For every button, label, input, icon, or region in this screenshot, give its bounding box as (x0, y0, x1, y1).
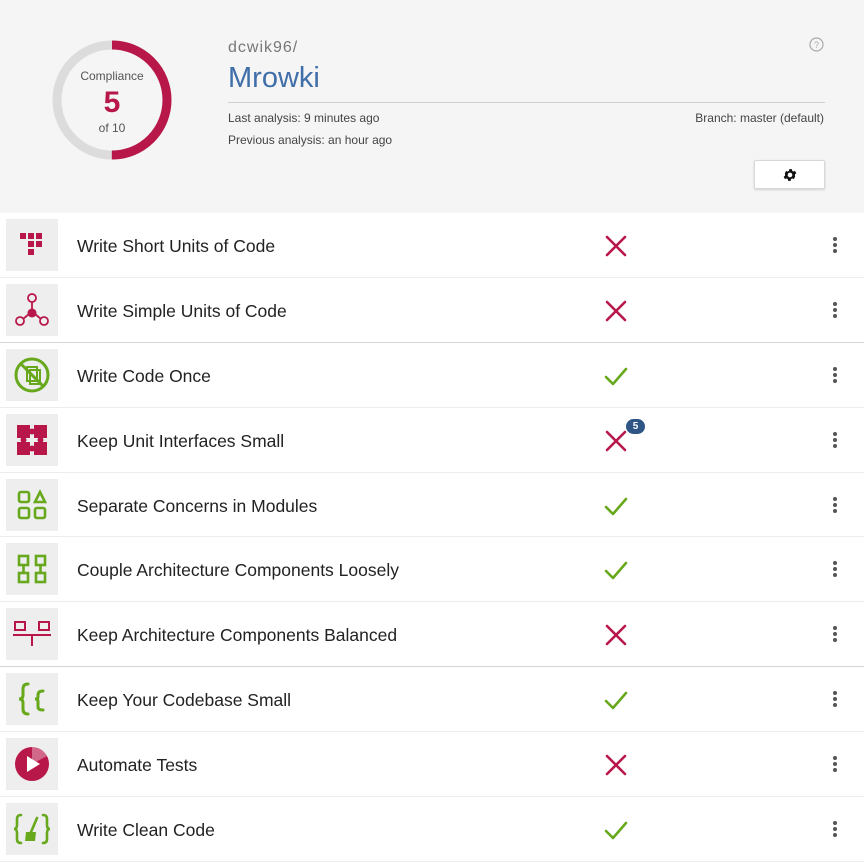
header-divider (228, 102, 825, 103)
cross-icon (603, 428, 629, 454)
guideline-label[interactable]: Separate Concerns in Modules (77, 496, 317, 517)
vertical-dots-icon[interactable] (828, 428, 842, 452)
guideline-label[interactable]: Keep Unit Interfaces Small (77, 431, 284, 452)
guideline-row[interactable]: Keep Architecture Components Balanced (0, 602, 864, 668)
vertical-dots-icon[interactable] (828, 752, 842, 776)
compliance-of: of 10 (98, 121, 126, 135)
modules-icon (6, 478, 58, 531)
vertical-dots-icon[interactable] (828, 817, 842, 841)
guideline-row[interactable]: Separate Concerns in Modules (0, 473, 864, 538)
vertical-dots-icon[interactable] (828, 493, 842, 517)
compliance-score: 5 (103, 86, 121, 119)
settings-button[interactable] (754, 160, 825, 189)
guideline-row[interactable]: Couple Architecture Components Loosely (0, 537, 864, 603)
vertical-dots-icon[interactable] (828, 557, 842, 581)
simple-units-icon (6, 283, 58, 336)
check-icon (603, 493, 629, 519)
branch-label: Branch: master (default) (695, 111, 824, 125)
check-icon (603, 817, 629, 843)
cross-icon (603, 622, 629, 648)
guideline-row[interactable]: Write Short Units of Code (0, 213, 864, 278)
check-icon (603, 687, 629, 713)
guideline-label[interactable]: Keep Your Codebase Small (77, 690, 291, 711)
guideline-row[interactable]: Write Simple Units of Code (0, 278, 864, 343)
no-duplication-icon (6, 348, 58, 401)
guideline-label[interactable]: Write Code Once (77, 366, 211, 387)
header: Compliance 5 of 10 dcwik96/ Mrowki ? Las… (0, 0, 864, 213)
guideline-label[interactable]: Keep Architecture Components Balanced (77, 625, 397, 646)
components-icon (6, 543, 58, 596)
play-test-icon (6, 738, 58, 791)
short-units-icon (6, 219, 58, 271)
guideline-row[interactable]: Write Code Once (0, 343, 864, 408)
guideline-label[interactable]: Automate Tests (77, 755, 197, 776)
puzzle-icon (6, 413, 58, 466)
braces-icon (6, 673, 58, 726)
vertical-dots-icon[interactable] (828, 363, 842, 387)
clean-code-icon (6, 803, 58, 856)
guideline-row[interactable]: Write Clean Code (0, 797, 864, 862)
guideline-row[interactable]: Keep Your Codebase Small (0, 667, 864, 733)
guideline-label[interactable]: Write Simple Units of Code (77, 301, 287, 322)
issue-count-badge: 5 (626, 418, 645, 434)
guideline-label[interactable]: Couple Architecture Components Loosely (77, 560, 399, 581)
repo-name[interactable]: Mrowki (228, 62, 320, 95)
previous-analysis: Previous analysis: an hour ago (228, 133, 393, 147)
compliance-title: Compliance (80, 69, 144, 83)
vertical-dots-icon[interactable] (828, 233, 842, 257)
vertical-dots-icon[interactable] (828, 687, 842, 711)
help-circle-icon[interactable]: ? (809, 37, 824, 52)
gear-icon (783, 168, 796, 181)
guideline-row[interactable]: Keep Unit Interfaces Small 5 (0, 408, 864, 473)
cross-icon (603, 298, 629, 324)
last-analysis: Last analysis: 9 minutes ago (228, 111, 380, 125)
cross-icon (603, 752, 629, 778)
guideline-label[interactable]: Write Clean Code (77, 820, 215, 841)
guideline-label[interactable]: Write Short Units of Code (77, 236, 275, 257)
repo-owner[interactable]: dcwik96/ (228, 39, 298, 57)
check-icon (603, 363, 629, 389)
vertical-dots-icon[interactable] (828, 298, 842, 322)
guidelines-list: Write Short Units of Code Write Simple U… (0, 213, 864, 862)
cross-icon (603, 233, 629, 259)
svg-text:?: ? (814, 40, 819, 50)
check-icon (603, 557, 629, 583)
balance-icon (6, 608, 58, 661)
guideline-row[interactable]: Automate Tests (0, 732, 864, 798)
vertical-dots-icon[interactable] (828, 622, 842, 646)
